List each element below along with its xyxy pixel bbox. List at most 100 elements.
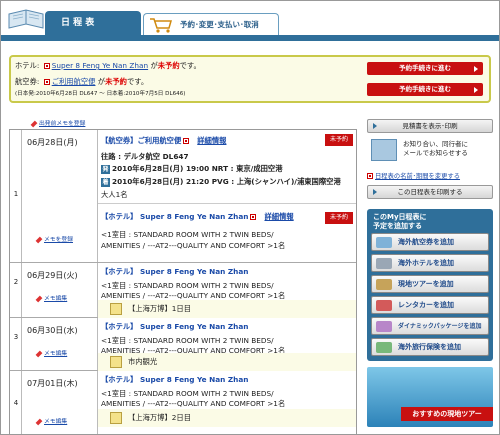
pencil-icon [35,350,43,357]
departure-icon: 発 [101,164,110,174]
insurance-icon [376,342,392,353]
add-hotel-button[interactable]: 海外ホテルを追加 [371,254,489,272]
hotel-room-line: <1室目 : STANDARD ROOM WITH 2 TWIN BEDS/ [101,389,274,398]
pencil-icon [30,120,38,127]
rename-schedule-link[interactable]: 日程表の名前･期間を変更する [367,171,460,180]
hotel-title-text: 【ホテル】 Super 8 Feng Ye Nan Zhan [101,375,249,384]
memo-icon [110,303,122,315]
airplane-icon [376,237,392,248]
day-number-cell: 3 [10,318,22,370]
mail-icon [371,139,397,161]
flight-detail-link[interactable]: 詳細情報 [197,136,226,145]
table-row: 1 06月28日(月) メモを登録 【航空券】ご利用航空便 詳細情報 未予約 往路… [10,130,356,263]
arrival-text: 2010年6月28日(月) 21:20 PVG : 上海(シャンハイ)/浦東国際… [112,177,341,186]
day-number: 4 [13,399,19,407]
memo-register-link[interactable]: メモを登録 [35,234,73,243]
memo-edit-link[interactable]: メモ編集 [35,416,68,425]
date-cell: 07月01日(木) メモ編集 [22,371,98,434]
notify-companions-link[interactable]: お知り合い、同行者に メールでお知らせする [367,137,493,165]
day-number: 2 [13,278,19,286]
hotel-room-line: AMENITIES / ---AT2---QUALITY AND COMFORT… [101,399,286,408]
hotel-name-link[interactable]: Super 8 Feng Ye Nan Zhan [52,61,148,70]
flight-title-line: 【航空券】ご利用航空便 詳細情報 [101,136,226,146]
day-number-cell: 1 [10,130,22,262]
add-insurance-button[interactable]: 海外旅行保険を追加 [371,338,489,356]
table-row: 4 07月01日(木) メモ編集 【ホテル】 Super 8 Feng Ye N… [10,371,356,434]
pencil-icon [35,418,43,425]
tab-reserve-change-pay-cancel[interactable]: 予約･変更･支払い･取消 [143,13,279,35]
text: です。 [126,77,149,86]
page-frame: 日 程 表 予約･変更･支払い･取消 ホテル: Super 8 Feng Ye … [0,0,500,435]
flight-outbound: 往路 : デルタ航空 DL647 [101,152,189,161]
notify-text: お知り合い、同行者に メールでお知らせする [403,140,468,158]
memo-text: 【上海万博】1日目 [128,304,192,313]
pre-departure-memo-link[interactable]: 出発前メモを登録 [30,118,85,127]
button-label: 海外航空券を追加 [398,238,454,246]
departure-text: 2010年6月28日(月) 19:00 NRT : 東京/成田空港 [112,164,283,173]
hotel-item: 【ホテル】 Super 8 Feng Ye Nan Zhan 詳細情報 未予約 <… [98,204,356,263]
print-schedule-button[interactable]: この日程表を印刷する [367,185,493,199]
air-name-link[interactable]: ご利用航空便 [52,77,96,86]
day-content: 【ホテル】 Super 8 Feng Ye Nan Zhan <1室目 : ST… [98,263,356,318]
date-cell: 06月30日(水) メモ編集 [22,318,98,370]
hotel-room-line: <1室目 : STANDARD ROOM WITH 2 TWIN BEDS/ [101,336,274,345]
hotel-title-text: 【ホテル】 Super 8 Feng Ye Nan Zhan [101,267,249,276]
add-car-button[interactable]: レンタカーを追加 [371,296,489,314]
air-reserve-button[interactable]: 予約手続きに進む [367,83,483,96]
flight-passengers: 大人1名 [101,190,128,199]
text: です。 [179,61,201,70]
button-label: 現地ツアーを追加 [398,280,454,288]
cart-icon [150,18,172,33]
memo-edit-link[interactable]: メモ編集 [35,348,67,357]
heading-line: 予定を追加する [373,222,422,230]
day-number: 1 [13,190,19,198]
print-estimate-button[interactable]: 見積書を表示･印刷 [367,119,493,133]
hotel-room-line: AMENITIES / ---AT2---QUALITY AND COMFORT… [101,241,286,250]
hotel-title: 【ホテル】 Super 8 Feng Ye Nan Zhan [101,322,248,332]
flight-departure: 発 2010年6月28日(月) 19:00 NRT : 東京/成田空港 [101,164,283,174]
notify-line: お知り合い、同行者に [403,140,468,148]
notify-line: メールでお知らせする [403,149,468,157]
date-cell: 06月28日(月) メモを登録 [22,130,98,262]
hotel-room-line: <1室目 : STANDARD ROOM WITH 2 TWIN BEDS/ [101,230,274,239]
memo-edit-link[interactable]: メモ編集 [35,293,68,302]
day-content: 【ホテル】 Super 8 Feng Ye Nan Zhan <1室目 : ST… [98,371,356,434]
air-route-summary: (日本発:2010年6月28日 DL647 ～ 日本着:2010年7月5日 DL… [15,91,186,97]
date-cell: 06月29日(火) メモ編集 [22,263,98,317]
memo-icon [110,412,122,424]
hotel-title-text: 【ホテル】 Super 8 Feng Ye Nan Zhan [101,322,249,331]
rename-label: 日程表の名前･期間を変更する [375,173,461,180]
air-status-value: 未予約 [105,77,127,86]
header: 日 程 表 予約･変更･支払い･取消 [1,1,499,41]
memo-note: 市内観光 [98,353,356,371]
memo-label: メモ編集 [44,296,68,302]
square-bullet-icon [43,62,50,69]
hotel-detail-link[interactable]: 詳細情報 [264,212,293,221]
hotel-title: 【ホテル】 Super 8 Feng Ye Nan Zhan [101,267,248,277]
memo-label: メモ編集 [44,419,68,425]
add-plans-panel: このMy日程表に 予定を追加する 海外航空券を追加 海外ホテルを追加 現地ツアー… [367,209,493,361]
day-content: 【航空券】ご利用航空便 詳細情報 未予約 往路 : デルタ航空 DL647 発 20… [98,130,356,262]
day-number-cell: 2 [10,263,22,317]
date-label: 07月01日(木) [27,379,78,388]
hotel-icon [376,258,392,269]
day-content: 【ホテル】 Super 8 Feng Ye Nan Zhan <1室目 : ST… [98,318,356,371]
hotel-reserve-button[interactable]: 予約手続きに進む [367,62,483,75]
tab-schedule[interactable]: 日 程 表 [45,11,141,35]
memo-note: 【上海万博】1日目 [98,300,356,318]
add-package-button[interactable]: ダイナミックパッケージを追加 [371,317,489,335]
button-label: レンタカーを追加 [398,301,454,309]
memo-label: メモを登録 [44,237,73,243]
add-tour-button[interactable]: 現地ツアーを追加 [371,275,489,293]
add-air-button[interactable]: 海外航空券を追加 [371,233,489,251]
add-plans-heading: このMy日程表に 予定を追加する [373,213,487,231]
pencil-icon [35,295,43,302]
square-bullet-icon [250,213,257,220]
recommended-tour-banner[interactable]: おすすめの現地ツアー [367,367,493,427]
booking-status-box: ホテル: Super 8 Feng Ye Nan Zhan が未予約です。 航空… [9,55,491,103]
header-bar [1,35,499,41]
hotel-status-badge: 未予約 [325,212,353,224]
hotel-title: 【ホテル】 Super 8 Feng Ye Nan Zhan [101,212,249,221]
memo-text: 市内観光 [128,357,158,366]
flight-arrival: 着 2010年6月28日(月) 21:20 PVG : 上海(シャンハイ)/浦東国… [101,177,341,187]
